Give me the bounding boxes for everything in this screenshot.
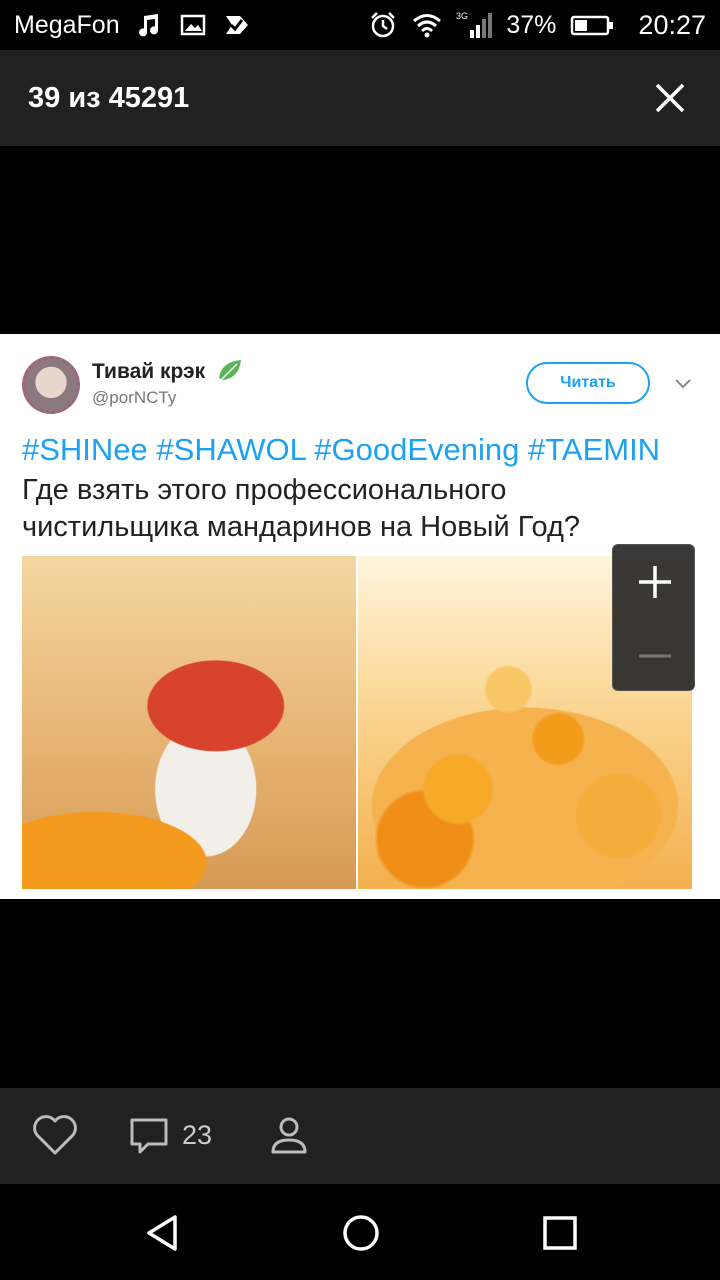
system-nav-bar [0,1184,720,1280]
nav-home-button[interactable] [336,1208,386,1258]
leaf-icon [219,360,241,381]
avatar [22,356,80,414]
tweet-author-handle: @porNCTy [92,388,177,407]
battery-percent: 37% [506,10,557,39]
status-bar: MegaFon 3G 37% 20:27 [0,0,720,50]
action-bar: 23 [0,1088,720,1184]
plus-icon [638,566,671,598]
tweet-hashtags: #SHINee #SHAWOL #GoodEvening #TAEMIN [22,432,661,467]
tweet-author-name: Тивай крэк [92,360,206,383]
zoom-in-button[interactable] [613,545,696,619]
home-circle-icon [343,1215,379,1251]
minus-icon [638,654,671,657]
follow-button: Читать [526,362,650,404]
wifi-icon [412,10,442,40]
music-icon [134,10,164,40]
tweet-text-line1: Где взять этого профессионального [22,474,507,506]
close-button[interactable] [648,76,692,120]
check-icon [222,10,252,40]
person-icon [271,1117,307,1154]
like-button[interactable] [30,1110,80,1160]
chevron-down-icon [675,379,691,389]
signal-icon: 3G [456,10,493,40]
recent-square-icon [543,1216,577,1250]
status-right: 3G 37% 20:27 [368,10,706,41]
zoom-out-button[interactable] [613,619,696,692]
alarm-icon [368,10,398,40]
tag-person-button[interactable] [264,1110,314,1160]
image-icon [178,10,208,40]
tweet-photo-person [22,556,356,889]
comment-count: 23 [182,1119,213,1150]
tweet-text: Где взять этого профессионального чистил… [22,472,702,546]
nav-back-button[interactable] [138,1208,188,1258]
status-left: MegaFon [14,10,368,40]
photo-counter: 39 из 45291 [28,81,190,114]
clock: 20:27 [638,9,706,40]
heart-icon [33,1115,77,1155]
tweet-header: Тивай крэк @porNCTy Читать [22,356,702,426]
close-icon [655,83,685,113]
tweet-images [22,556,692,889]
comment-icon [130,1118,168,1154]
back-triangle-icon [147,1215,177,1251]
tweet-text-line2: чистильщика мандаринов на Новый Год? [22,511,581,543]
comment-button[interactable]: 23 [128,1110,212,1160]
battery-icon [570,10,614,40]
network-type: 3G [456,11,468,21]
nav-recent-button[interactable] [535,1208,585,1258]
carrier-name: MegaFon [14,10,120,39]
zoom-control [612,544,695,691]
viewer-header: 39 из 45291 [0,50,720,146]
